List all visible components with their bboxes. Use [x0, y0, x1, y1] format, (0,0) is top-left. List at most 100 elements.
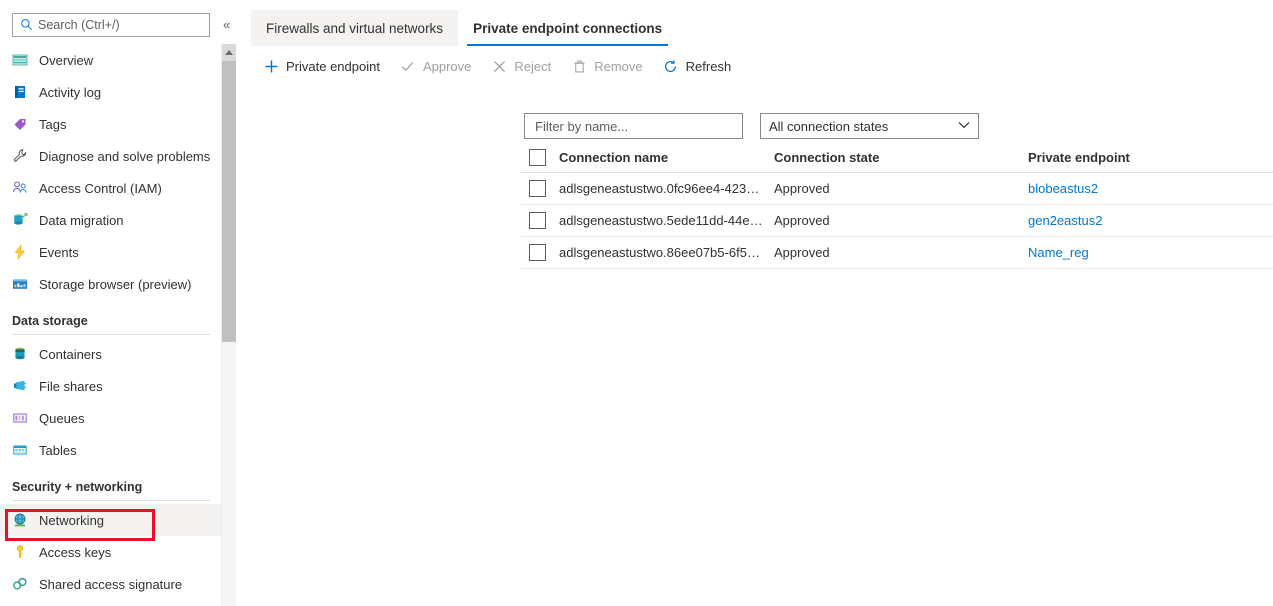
- sas-icon: [12, 576, 28, 592]
- cell-private-endpoint: gen2eastus2: [1028, 213, 1273, 228]
- sidebar-item-containers[interactable]: Containers: [0, 338, 236, 370]
- command-toolbar: Private endpoint Approve Reject Remove R…: [236, 46, 1273, 86]
- containers-icon: [12, 346, 28, 362]
- scrollbar-thumb[interactable]: [222, 61, 236, 342]
- sidebar-search-row: «: [0, 0, 236, 40]
- sidebar-item-access-control-iam[interactable]: Access Control (IAM): [0, 172, 236, 204]
- sidebar-item-label: Shared access signature: [39, 576, 183, 592]
- collapse-sidebar-button[interactable]: «: [217, 15, 236, 35]
- private-endpoint-link[interactable]: Name_reg: [1028, 245, 1089, 260]
- resource-menu-sidebar: « Overview: [0, 0, 236, 606]
- toolbar-button-label: Reject: [514, 58, 552, 74]
- sidebar-item-label: Tags: [39, 116, 67, 132]
- private-endpoint-link[interactable]: gen2eastus2: [1028, 213, 1102, 228]
- cell-private-endpoint: blobeastus2: [1028, 181, 1273, 196]
- sidebar-item-shared-access-signature[interactable]: Shared access signature: [0, 568, 236, 600]
- search-icon: [20, 18, 33, 31]
- sidebar-section-data-storage: Data storage: [0, 300, 236, 338]
- sidebar-item-label: Activity log: [39, 84, 102, 100]
- sidebar-section-title: Security + networking: [12, 480, 143, 494]
- sidebar-item-label: Access Control (IAM): [39, 180, 162, 196]
- cell-connection-state: Approved: [774, 213, 830, 228]
- tab-firewalls-and-virtual-networks[interactable]: Firewalls and virtual networks: [251, 10, 459, 46]
- approve-button[interactable]: Approve: [390, 51, 481, 81]
- table-header-row: Connection name Connection state Private…: [521, 143, 1273, 173]
- filter-by-name-box[interactable]: [524, 113, 743, 139]
- sidebar-item-tables[interactable]: Tables: [0, 434, 236, 466]
- column-header-private-endpoint[interactable]: Private endpoint: [1028, 150, 1273, 165]
- sidebar-item-label: Containers: [39, 346, 102, 362]
- sidebar-item-access-keys[interactable]: Access keys: [0, 536, 236, 568]
- row-checkbox[interactable]: [529, 180, 546, 197]
- sidebar-section-title: Data storage: [12, 314, 88, 328]
- row-select-cell: [521, 212, 559, 229]
- sidebar-item-events[interactable]: Events: [0, 236, 236, 268]
- column-header-connection-state[interactable]: Connection state: [774, 150, 1028, 165]
- sidebar-item-label: Queues: [39, 410, 85, 426]
- key-icon: [12, 544, 28, 560]
- refresh-icon: [663, 58, 679, 74]
- cell-connection-name: adlsgeneastustwo.86ee07b5-6f58-...: [559, 245, 770, 260]
- search-box[interactable]: [12, 12, 211, 37]
- cell-connection-state: Approved: [774, 181, 830, 196]
- overview-icon: [12, 52, 28, 68]
- sidebar-item-queues[interactable]: Queues: [0, 402, 236, 434]
- tab-bar: Firewalls and virtual networks Private e…: [236, 0, 1273, 46]
- toolbar-button-label: Refresh: [685, 58, 732, 74]
- storage-browser-icon: [12, 276, 28, 292]
- file-shares-icon: [12, 378, 28, 394]
- divider: [12, 500, 210, 501]
- sidebar-item-storage-browser-preview[interactable]: Storage browser (preview): [0, 268, 236, 300]
- sidebar-item-label: Networking: [39, 512, 105, 528]
- data-migration-icon: [12, 212, 28, 228]
- toolbar-button-label: Remove: [594, 58, 643, 74]
- sidebar-item-data-migration[interactable]: Data migration: [0, 204, 236, 236]
- sidebar-item-label: Diagnose and solve problems: [39, 148, 211, 164]
- scroll-up-arrow-icon[interactable]: [222, 44, 236, 61]
- sidebar-item-label: Storage browser (preview): [39, 276, 192, 292]
- sidebar-section-security-networking: Security + networking: [0, 466, 236, 504]
- refresh-button[interactable]: Refresh: [653, 51, 742, 81]
- sidebar-item-label: File shares: [39, 378, 103, 394]
- sidebar-nav-scroll: Overview Activity log Tags Diagnose and …: [0, 40, 236, 606]
- table-row[interactable]: adlsgeneastustwo.0fc96ee4-423d-... Appro…: [521, 173, 1273, 205]
- trash-icon: [571, 58, 587, 74]
- row-checkbox[interactable]: [529, 212, 546, 229]
- remove-button[interactable]: Remove: [561, 51, 652, 81]
- sidebar-item-file-shares[interactable]: File shares: [0, 370, 236, 402]
- filter-bar: All connection states: [524, 113, 979, 139]
- sidebar-item-label: Data migration: [39, 212, 124, 228]
- cell-connection-name: adlsgeneastustwo.0fc96ee4-423d-...: [559, 181, 769, 196]
- table-row[interactable]: adlsgeneastustwo.5ede11dd-44e0... Approv…: [521, 205, 1273, 237]
- events-icon: [12, 243, 28, 261]
- cell-connection-state: Approved: [774, 245, 830, 260]
- tab-label: Firewalls and virtual networks: [266, 20, 444, 36]
- row-checkbox[interactable]: [529, 244, 546, 261]
- column-header-connection-name[interactable]: Connection name: [559, 150, 774, 165]
- table-row[interactable]: adlsgeneastustwo.86ee07b5-6f58-... Appro…: [521, 237, 1273, 269]
- private-endpoint-button[interactable]: Private endpoint: [253, 51, 390, 81]
- search-input[interactable]: [38, 17, 208, 32]
- private-endpoint-link[interactable]: blobeastus2: [1028, 181, 1098, 196]
- wrench-icon: [12, 148, 28, 164]
- cross-icon: [491, 58, 507, 74]
- sidebar-scrollbar[interactable]: [221, 44, 236, 606]
- connection-state-filter-dropdown[interactable]: All connection states: [760, 113, 979, 139]
- chevron-down-icon: [958, 121, 970, 132]
- select-all-checkbox[interactable]: [529, 149, 546, 166]
- tab-private-endpoint-connections[interactable]: Private endpoint connections: [458, 10, 677, 46]
- sidebar-item-overview[interactable]: Overview: [0, 44, 236, 76]
- filter-by-name-input[interactable]: [533, 117, 734, 135]
- tags-icon: [12, 116, 28, 132]
- main-content: Firewalls and virtual networks Private e…: [236, 0, 1273, 606]
- sidebar-item-tags[interactable]: Tags: [0, 108, 236, 140]
- reject-button[interactable]: Reject: [481, 51, 561, 81]
- sidebar-nav-list: Overview Activity log Tags Diagnose and …: [0, 40, 236, 600]
- sidebar-item-networking[interactable]: Networking: [0, 504, 236, 536]
- sidebar-item-activity-log[interactable]: Activity log: [0, 76, 236, 108]
- sidebar-item-label: Access keys: [39, 544, 112, 560]
- sidebar-item-diagnose-and-solve-problems[interactable]: Diagnose and solve problems: [0, 140, 236, 172]
- sidebar-item-label: Events: [39, 244, 79, 260]
- activity-log-icon: [12, 84, 28, 100]
- row-select-cell: [521, 180, 559, 197]
